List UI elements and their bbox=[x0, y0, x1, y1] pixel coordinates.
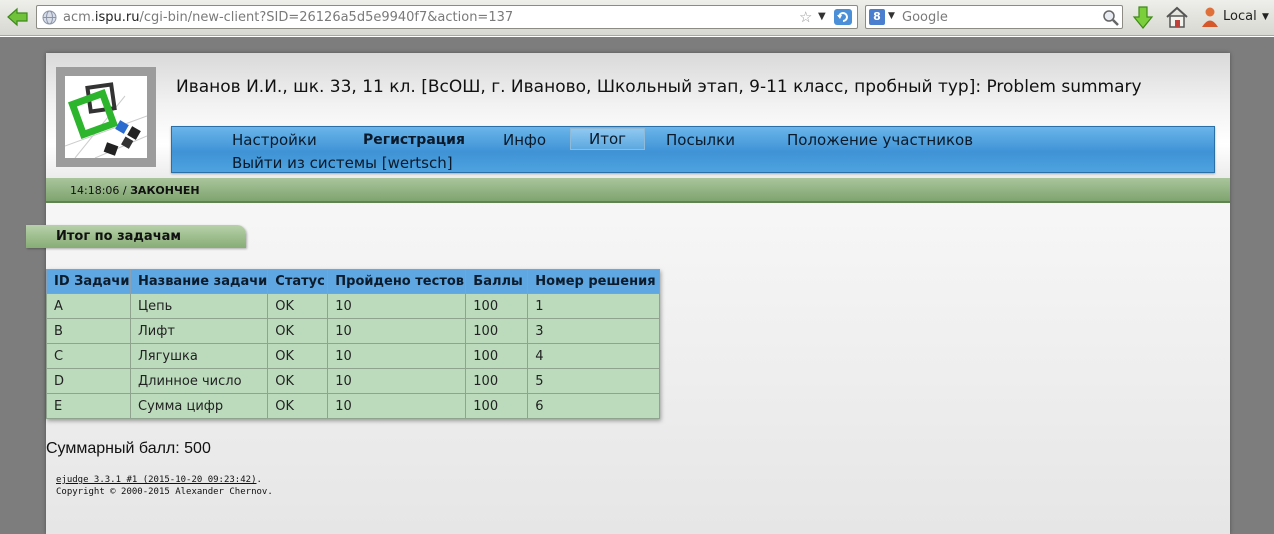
ejudge-logo bbox=[56, 67, 156, 167]
cell-tests: 10 bbox=[327, 393, 467, 419]
col-header-run: Номер решения bbox=[527, 269, 661, 294]
profile-menu[interactable]: Local ▼ bbox=[1200, 6, 1272, 30]
table-row: C Лягушка OK 10 100 4 bbox=[46, 343, 661, 369]
table-row: A Цепь OK 10 100 1 bbox=[46, 293, 661, 319]
globe-icon bbox=[42, 10, 57, 25]
cell-score: 100 bbox=[465, 343, 529, 369]
header: Иванов И.И., шк. 33, 11 кл. [ВсОШ, г. Ив… bbox=[46, 53, 1230, 183]
cell-run: 3 bbox=[527, 318, 661, 344]
url-domain: ispu.ru bbox=[94, 10, 140, 25]
cell-score: 100 bbox=[465, 293, 529, 319]
google-engine-icon[interactable]: 8 bbox=[869, 9, 885, 25]
cell-id: B bbox=[46, 318, 131, 344]
cell-id: A bbox=[46, 293, 131, 319]
contest-state: ЗАКОНЧЕН bbox=[130, 184, 200, 197]
cell-status: OK bbox=[267, 393, 329, 419]
menu-item-info[interactable]: Инфо bbox=[503, 131, 546, 149]
cell-name: Сумма цифр bbox=[129, 393, 269, 419]
logo-image bbox=[65, 76, 147, 158]
cell-score: 100 bbox=[465, 393, 529, 419]
cell-run: 4 bbox=[527, 343, 661, 369]
url-text: acm.ispu.ru/cgi-bin/new-client?SID=26126… bbox=[63, 10, 513, 25]
menu-item-submissions[interactable]: Посылки bbox=[666, 131, 735, 149]
cell-status: OK bbox=[267, 368, 329, 394]
cell-id: D bbox=[46, 368, 131, 394]
cell-run: 6 bbox=[527, 393, 661, 419]
search-bar[interactable]: 8 ▼ Google bbox=[865, 5, 1123, 29]
back-arrow-icon[interactable] bbox=[6, 6, 30, 28]
total-score: Суммарный балл: 500 bbox=[46, 440, 211, 457]
menu-item-standings[interactable]: Положение участников bbox=[787, 131, 973, 149]
cell-name: Лягушка bbox=[129, 343, 269, 369]
table-row: D Длинное число OK 10 100 5 bbox=[46, 368, 661, 394]
status-bar: 14:18:06 / ЗАКОНЧЕН bbox=[46, 178, 1230, 203]
col-header-id: ID Задачи bbox=[46, 269, 131, 294]
menu-item-summary[interactable]: Итог bbox=[570, 128, 646, 150]
profile-label: Local bbox=[1223, 9, 1257, 24]
cell-name: Лифт bbox=[129, 318, 269, 344]
reload-icon[interactable] bbox=[833, 8, 853, 26]
cell-name: Длинное число bbox=[129, 368, 269, 394]
footer: ejudge 3.3.1 #1 (2015-10-20 09:23:42). C… bbox=[56, 474, 273, 498]
server-time: 14:18:06 / bbox=[70, 184, 131, 197]
cell-id: E bbox=[46, 393, 131, 419]
section-title: Итог по задачам bbox=[56, 229, 182, 244]
version-suffix: . bbox=[256, 475, 262, 485]
menu-item-registration[interactable]: Регистрация bbox=[363, 132, 465, 148]
url-dropdown-icon[interactable]: ▼ bbox=[818, 11, 826, 22]
url-bar[interactable]: acm.ispu.ru/cgi-bin/new-client?SID=26126… bbox=[36, 5, 858, 29]
profile-icon bbox=[1200, 6, 1220, 28]
cell-status: OK bbox=[267, 318, 329, 344]
cell-tests: 10 bbox=[327, 318, 467, 344]
url-prefix: acm. bbox=[63, 10, 95, 25]
search-placeholder: Google bbox=[902, 10, 948, 25]
engine-dropdown-icon[interactable]: ▼ bbox=[888, 11, 895, 21]
cell-run: 5 bbox=[527, 368, 661, 394]
page-viewport: Иванов И.И., шк. 33, 11 кл. [ВсОШ, г. Ив… bbox=[0, 37, 1274, 534]
browser-toolbar: acm.ispu.ru/cgi-bin/new-client?SID=26126… bbox=[0, 0, 1274, 36]
cell-tests: 10 bbox=[327, 368, 467, 394]
home-icon[interactable] bbox=[1165, 5, 1189, 29]
table-header-row: ID Задачи Название задачи Статус Пройден… bbox=[46, 269, 661, 294]
col-header-score: Баллы bbox=[465, 269, 529, 294]
menu-item-settings[interactable]: Настройки bbox=[232, 131, 317, 149]
cell-id: C bbox=[46, 343, 131, 369]
version-link[interactable]: ejudge 3.3.1 #1 (2015-10-20 09:23:42) bbox=[56, 475, 256, 485]
search-icon[interactable] bbox=[1102, 9, 1120, 27]
table-row: B Лифт OK 10 100 3 bbox=[46, 318, 661, 344]
cell-tests: 10 bbox=[327, 293, 467, 319]
cell-status: OK bbox=[267, 293, 329, 319]
bookmark-star-icon[interactable]: ☆ bbox=[799, 8, 812, 26]
cell-run: 1 bbox=[527, 293, 661, 319]
cell-status: OK bbox=[267, 343, 329, 369]
cell-score: 100 bbox=[465, 318, 529, 344]
cell-name: Цепь bbox=[129, 293, 269, 319]
col-header-name: Название задачи bbox=[129, 269, 269, 294]
menu-item-logout[interactable]: Выйти из системы [wertsch] bbox=[232, 154, 453, 172]
cell-tests: 10 bbox=[327, 343, 467, 369]
section-heading: Итог по задачам bbox=[26, 225, 246, 248]
problem-summary-table: ID Задачи Название задачи Статус Пройден… bbox=[46, 269, 661, 419]
main-menu: Настройки Регистрация Инфо Итог Посылки … bbox=[171, 126, 1215, 173]
page-title: Иванов И.И., шк. 33, 11 кл. [ВсОШ, г. Ив… bbox=[176, 77, 1142, 97]
status-text: 14:18:06 / ЗАКОНЧЕН bbox=[70, 184, 200, 197]
copyright: Copyright © 2000-2015 Alexander Chernov. bbox=[56, 487, 273, 497]
profile-dropdown-icon[interactable]: ▼ bbox=[1262, 12, 1269, 22]
footer-version-line: ejudge 3.3.1 #1 (2015-10-20 09:23:42). bbox=[56, 474, 273, 486]
cell-score: 100 bbox=[465, 368, 529, 394]
col-header-tests: Пройдено тестов bbox=[327, 269, 467, 294]
table-row: E Сумма цифр OK 10 100 6 bbox=[46, 393, 661, 419]
url-path: /cgi-bin/new-client?SID=26126a5d5e9940f7… bbox=[139, 10, 514, 25]
col-header-status: Статус bbox=[267, 269, 329, 294]
download-icon[interactable] bbox=[1131, 5, 1155, 31]
